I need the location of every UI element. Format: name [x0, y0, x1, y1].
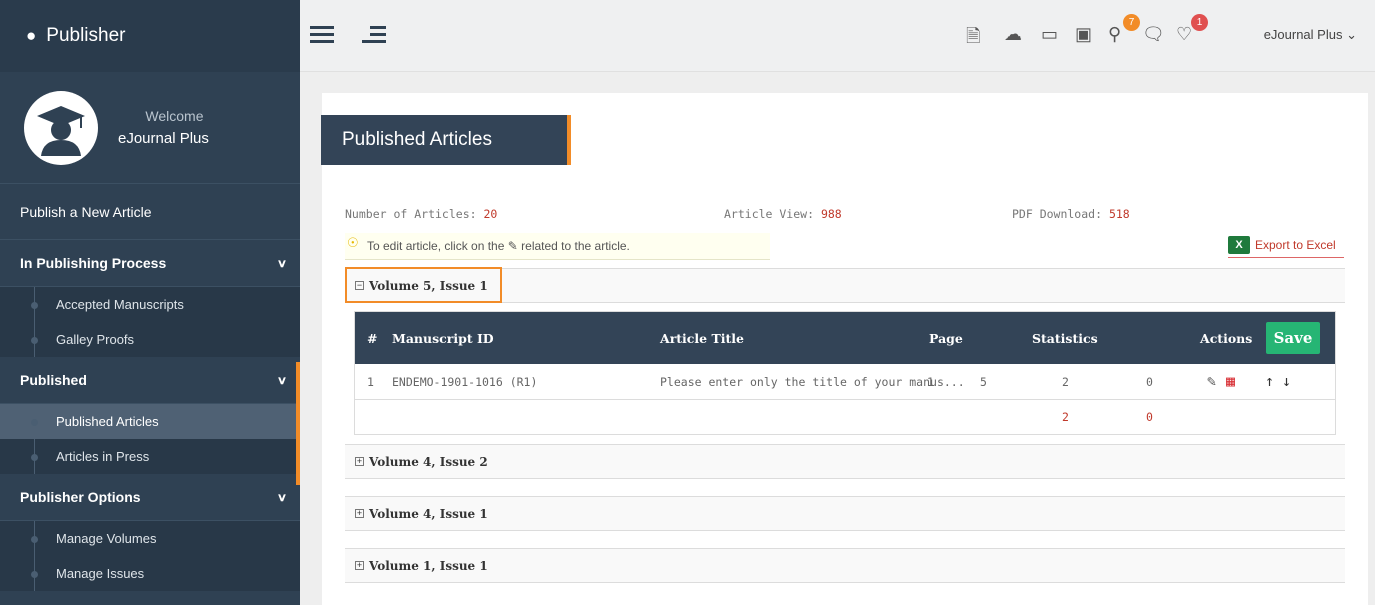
sidebar-item-manage-issues[interactable]: Manage Issues	[0, 556, 300, 591]
user-menu[interactable]: eJournal Plus ⌄	[1264, 27, 1357, 43]
volume-row[interactable]: + Volume 4, Issue 2	[345, 444, 1345, 479]
sidebar-item-articles-in-press[interactable]: Articles in Press	[0, 439, 300, 474]
section-published[interactable]: Published ∨	[0, 357, 300, 404]
cloud-icon[interactable]: ☁	[1004, 24, 1022, 45]
stat-articles: Number of Articles: 20	[345, 207, 498, 221]
dashboard-icon: ●	[26, 26, 37, 45]
volume-row[interactable]: + Volume 1, Issue 1	[345, 548, 1345, 583]
stat-downloads: PDF Download: 518	[1012, 207, 1130, 221]
expand-icon: +	[355, 560, 364, 570]
edit-icon[interactable]: ✎	[1207, 372, 1216, 390]
chat-icon[interactable]: 🗨	[1142, 24, 1165, 45]
menu-toggle-icon[interactable]	[310, 26, 334, 44]
sidebar-item-accepted-manuscripts[interactable]: Accepted Manuscripts	[0, 287, 300, 322]
welcome-text: Welcome	[145, 108, 204, 124]
expand-icon: +	[355, 508, 364, 518]
save-button[interactable]: Save	[1266, 322, 1320, 354]
sidebar: ● Publisher Welcome eJournal Plus Publis…	[0, 0, 300, 605]
edit-icon: ✎	[507, 239, 518, 253]
presentation-icon[interactable]: ▭	[1041, 24, 1058, 45]
chevron-down-icon: ⌄	[1346, 27, 1357, 42]
articles-table: # Manuscript ID Article Title Page Stati…	[354, 311, 1336, 435]
graduate-icon	[37, 105, 85, 156]
move-up-icon[interactable]: ↑	[1265, 372, 1274, 390]
sidebar-item-published-articles[interactable]: Published Articles	[0, 404, 300, 439]
profile-username: eJournal Plus	[118, 130, 209, 147]
table-header: # Manuscript ID Article Title Page Stati…	[355, 312, 1335, 364]
camera-icon[interactable]: ▣	[1075, 24, 1092, 45]
move-down-icon[interactable]: ↓	[1282, 372, 1291, 390]
volume-row[interactable]: + Volume 4, Issue 1	[345, 496, 1345, 531]
section-in-publishing-process[interactable]: In Publishing Process ∨	[0, 240, 300, 287]
sidebar-header: ● Publisher	[0, 0, 300, 72]
expand-icon: +	[355, 456, 364, 466]
sidebar-item-manage-volumes[interactable]: Manage Volumes	[0, 521, 300, 556]
avatar	[24, 90, 98, 165]
review-badge: 7	[1123, 14, 1140, 31]
sidebar-title: Publisher	[46, 25, 126, 46]
excel-icon: X	[1228, 235, 1250, 254]
edit-tip: ☉ To edit article, click on the ✎ relate…	[345, 233, 770, 260]
publish-new-article-link[interactable]: Publish a New Article	[0, 184, 300, 240]
document-search-icon[interactable]: 🗎	[966, 24, 980, 54]
submenu-publisher-options: Manage Volumes Manage Issues	[0, 521, 300, 591]
page-title: Published Articles	[321, 115, 571, 165]
delete-icon[interactable]: ▦	[1226, 372, 1235, 390]
table-row: 1 ENDEMO-1901-1016 (R1) Please enter onl…	[355, 364, 1335, 400]
chevron-down-icon: ∨	[276, 257, 288, 270]
bell-icon[interactable]: ♡	[1176, 24, 1192, 45]
totals-row: 2 0	[1062, 410, 1153, 424]
review-icon[interactable]: ⚲	[1108, 24, 1121, 45]
export-to-excel-link[interactable]: X Export to Excel	[1228, 232, 1344, 258]
submenu-in-publishing-process: Accepted Manuscripts Galley Proofs	[0, 287, 300, 357]
submenu-published: Published Articles Articles in Press	[0, 404, 300, 474]
active-volume-highlight	[345, 267, 502, 303]
sidebar-item-galley-proofs[interactable]: Galley Proofs	[0, 322, 300, 357]
indent-icon[interactable]	[362, 26, 386, 44]
notification-badge: 1	[1191, 14, 1208, 31]
chevron-down-icon: ∨	[276, 374, 288, 387]
user-profile: Welcome eJournal Plus	[0, 72, 300, 184]
top-bar: 🗎 ☁ ▭ ▣ ⚲ 7 🗨 ♡ 1 eJournal Plus ⌄	[300, 0, 1375, 72]
stat-views: Article View: 988	[724, 207, 842, 221]
section-publisher-options[interactable]: Publisher Options ∨	[0, 474, 300, 521]
chevron-down-icon: ∨	[276, 491, 288, 504]
lightbulb-icon: ☉	[347, 235, 359, 250]
